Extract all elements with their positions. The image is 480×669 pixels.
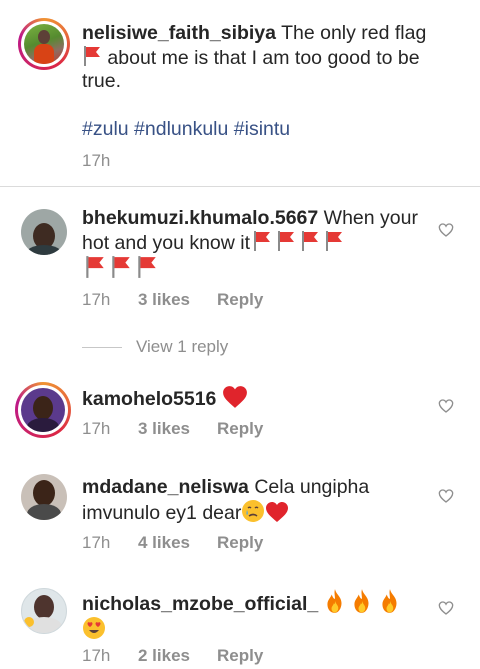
red-heart-icon	[222, 385, 248, 409]
comment-time: 17h	[82, 646, 111, 665]
comment-text: kamohelo5516	[82, 385, 422, 411]
caption-hashtags[interactable]: #zulu #ndlunkulu #isintu	[82, 118, 422, 141]
comment: nicholas_mzobe_official_ 17h 2 likes Rep…	[0, 580, 480, 669]
view-replies-line	[82, 346, 122, 348]
comment-time: 17h	[82, 290, 111, 309]
comment-text: bhekumuzi.khumalo.5667 When your hot and…	[82, 207, 422, 282]
like-heart-icon[interactable]	[438, 222, 454, 238]
red-flag-icon	[274, 230, 298, 252]
view-replies-label[interactable]: View 1 reply	[136, 337, 228, 357]
red-flag-icon	[298, 230, 322, 252]
comment-likes[interactable]: 4 likes	[138, 533, 217, 553]
view-replies[interactable]: View 1 reply	[82, 337, 228, 357]
like-heart-icon[interactable]	[438, 600, 454, 616]
comment-text: mdadane_neliswa Cela ungipha imvunulo ey…	[82, 476, 422, 525]
caption-text: nelisiwe_faith_sibiya The only red flag …	[82, 22, 440, 93]
heart-eyes-face-icon	[82, 616, 106, 640]
comment: bhekumuzi.khumalo.5667 When your hot and…	[0, 187, 480, 362]
comment-likes[interactable]: 3 likes	[138, 419, 217, 439]
comment-meta: 17h 4 likes Reply	[82, 533, 263, 553]
caption-text-part1: The only red flag	[276, 22, 427, 44]
comment-likes[interactable]: 2 likes	[138, 646, 217, 666]
caption-text-part2: about me is that I am too good to be tru…	[82, 47, 420, 92]
comment-username[interactable]: bhekumuzi.khumalo.5667	[82, 207, 318, 229]
comment: kamohelo5516 17h 3 likes Reply	[0, 372, 480, 452]
like-heart-icon[interactable]	[438, 488, 454, 504]
comment-time: 17h	[82, 533, 111, 552]
red-flag-icon	[82, 255, 108, 279]
comment-likes[interactable]: 3 likes	[138, 290, 217, 310]
comment-meta: 17h 3 likes Reply	[82, 290, 263, 310]
commenter-avatar[interactable]	[21, 588, 67, 634]
commenter-avatar[interactable]	[21, 474, 67, 520]
red-flag-icon	[108, 255, 134, 279]
comment-meta: 17h 2 likes Reply	[82, 646, 263, 666]
red-flag-icon	[82, 45, 102, 67]
red-flag-icon	[134, 255, 160, 279]
caption: nelisiwe_faith_sibiya The only red flag …	[0, 0, 480, 186]
caption-avatar[interactable]	[18, 18, 70, 70]
commenter-avatar[interactable]	[21, 209, 67, 255]
red-flag-icon	[250, 230, 274, 252]
crying-face-icon	[241, 499, 265, 523]
caption-time: 17h	[82, 151, 111, 170]
reply-button[interactable]: Reply	[217, 419, 263, 439]
reply-button[interactable]: Reply	[217, 290, 263, 310]
fire-icon	[351, 588, 373, 614]
caption-username[interactable]: nelisiwe_faith_sibiya	[82, 22, 276, 44]
like-heart-icon[interactable]	[438, 398, 454, 414]
comment-text: nicholas_mzobe_official_	[82, 588, 422, 642]
red-flag-icon	[322, 230, 346, 252]
fire-icon	[379, 588, 401, 614]
reply-button[interactable]: Reply	[217, 533, 263, 553]
comment-username[interactable]: mdadane_neliswa	[82, 476, 249, 498]
comment-username[interactable]: kamohelo5516	[82, 388, 216, 410]
caption-meta: 17h	[82, 151, 110, 171]
red-heart-icon	[265, 501, 289, 523]
comment-time: 17h	[82, 419, 111, 438]
comment-meta: 17h 3 likes Reply	[82, 419, 263, 439]
reply-button[interactable]: Reply	[217, 646, 263, 666]
fire-icon	[324, 588, 346, 614]
comment-username[interactable]: nicholas_mzobe_official_	[82, 593, 318, 615]
commenter-avatar[interactable]	[15, 382, 71, 438]
comment: mdadane_neliswa Cela ungipha imvunulo ey…	[0, 466, 480, 566]
